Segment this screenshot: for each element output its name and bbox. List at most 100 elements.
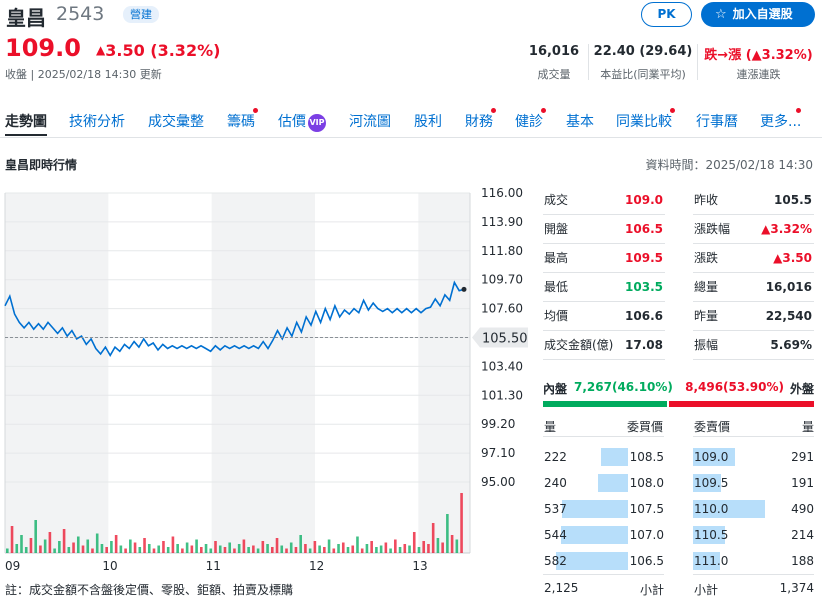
reference-price-label: 105.50 (482, 332, 528, 347)
volume-bar (95, 533, 99, 553)
volume-bar (204, 544, 208, 553)
tab-chips[interactable]: 籌碼 (227, 108, 258, 131)
volume-bar (81, 545, 85, 553)
quote-label: 漲跌 (694, 251, 719, 265)
bid-row: 544 107.0 (543, 522, 664, 548)
add-to-watchlist-button[interactable]: ☆ 加入自選股 (701, 2, 815, 27)
volume-bar (398, 547, 402, 553)
tab-dividend[interactable]: 股利 (414, 111, 442, 131)
volume-bar (67, 547, 71, 553)
y-tick-label: 107.60 (481, 302, 523, 316)
volume-bar (53, 548, 56, 553)
volume-bar (384, 542, 388, 553)
y-tick-label: 101.30 (481, 388, 523, 402)
divider (693, 574, 814, 575)
bid-volume-bar (561, 526, 628, 544)
volume-bar (337, 544, 340, 553)
tab-valuation[interactable]: 估價 VIP (278, 111, 326, 132)
volume-bar (323, 547, 326, 553)
bid-qty: 537 (544, 502, 567, 516)
ask-qty: 291 (791, 450, 814, 464)
inner-value: 7,267(46.10%) (574, 380, 673, 394)
tab-peer-comparison[interactable]: 同業比較 (616, 108, 675, 131)
volume-bar (105, 547, 108, 553)
last-price-dot (461, 286, 467, 292)
tab-label: 技術分析 (69, 114, 125, 130)
volume-bar (460, 493, 463, 553)
quote-row: 成交金額(億) 17.08 (543, 331, 665, 360)
tab-river-chart[interactable]: 河流圖 (349, 111, 391, 131)
tab-basics[interactable]: 基本 (566, 111, 594, 131)
bid-qty: 222 (544, 450, 567, 464)
tab-trade-summary[interactable]: 成交彙整 (148, 111, 204, 131)
quote-row: 總量 16,016 (693, 273, 814, 302)
tab-label: 行事曆 (696, 114, 738, 130)
quote-label: 成交 (544, 193, 569, 207)
tab-calendar[interactable]: 行事曆 (696, 111, 738, 131)
volume-bar (346, 547, 350, 553)
volume-bar (270, 547, 274, 553)
bid-total-value: 2,125 (544, 581, 579, 595)
tab-health-check[interactable]: 健診 (515, 108, 546, 131)
ask-row: 110.0 490 (693, 496, 814, 522)
volume-bar (275, 538, 279, 553)
volume-bar (455, 539, 459, 553)
stock-name: 皇昌 (6, 6, 46, 30)
volume-bar (147, 544, 151, 553)
volume-bar (304, 544, 307, 553)
ask-price: 110.0 (694, 502, 729, 516)
volume-bar (91, 548, 94, 553)
bid-price: 107.0 (629, 528, 664, 542)
y-tick-label: 116.00 (481, 186, 523, 200)
volume-bar (209, 548, 213, 553)
volume-bar (379, 545, 383, 553)
sector-badge[interactable]: 營建 (123, 6, 159, 23)
bid-row: 222 108.5 (543, 444, 664, 470)
volume-bar (10, 526, 14, 553)
ask-total-value: 1,374 (779, 581, 814, 595)
ask-row: 109.0 291 (693, 444, 814, 470)
pk-button[interactable]: PK (641, 2, 692, 27)
update-time: 收盤 | 2025/02/18 14:30 更新 (5, 68, 162, 81)
quote-label: 振幅 (694, 338, 719, 352)
bid-qty: 544 (544, 528, 567, 542)
y-tick-label: 109.70 (481, 273, 523, 287)
quote-label: 漲跌幅 (694, 222, 731, 236)
volume-bar (162, 541, 165, 553)
volume-bar (119, 545, 123, 553)
quote-row: 開盤 106.5 (543, 215, 665, 244)
quote-value: 5.69% (770, 338, 812, 352)
tab-technical-analysis[interactable]: 技術分析 (69, 111, 125, 131)
inner-ratio-bar (543, 401, 667, 407)
volume-bar (124, 548, 127, 553)
volume-bar (417, 547, 421, 553)
tab-trend-chart[interactable]: 走勢圖 (5, 111, 47, 136)
quote-label: 昨量 (694, 309, 719, 323)
volume-bar (356, 536, 359, 553)
volume-bar (24, 547, 28, 553)
tab-financials[interactable]: 財務 (465, 108, 496, 131)
volume-bar (375, 547, 378, 553)
tab-label: 財務 (465, 114, 493, 130)
tab-bar: 走勢圖 技術分析 成交彙整 籌碼 估價 VIP 河流圖 股利 財務 健診 基本 同… (0, 108, 822, 138)
section-title: 皇昌即時行情 (5, 158, 78, 172)
volume-bar (285, 548, 288, 553)
bid-price: 106.5 (629, 554, 664, 568)
ask-total-label: 小計 (694, 583, 719, 597)
bid-qty: 240 (544, 476, 567, 490)
quote-row: 最高 109.5 (543, 244, 665, 273)
bid-row: 240 108.0 (543, 470, 664, 496)
volume-bar (318, 545, 321, 553)
ask-row: 110.5 214 (693, 522, 814, 548)
tab-more[interactable]: 更多... (760, 108, 801, 131)
volume-bar (228, 542, 232, 553)
session-band (5, 193, 109, 553)
volume-bar (86, 539, 90, 553)
ask-qty: 490 (791, 502, 814, 516)
intraday-chart[interactable]: 116.00 113.90 111.80 109.70 107.60 103.40 101.… (0, 186, 535, 598)
quote-value: 106.6 (625, 309, 663, 323)
y-tick-label: 113.90 (481, 215, 523, 229)
volume-bar (422, 541, 426, 553)
volume-bar (181, 548, 184, 553)
volume-bar (280, 545, 284, 553)
